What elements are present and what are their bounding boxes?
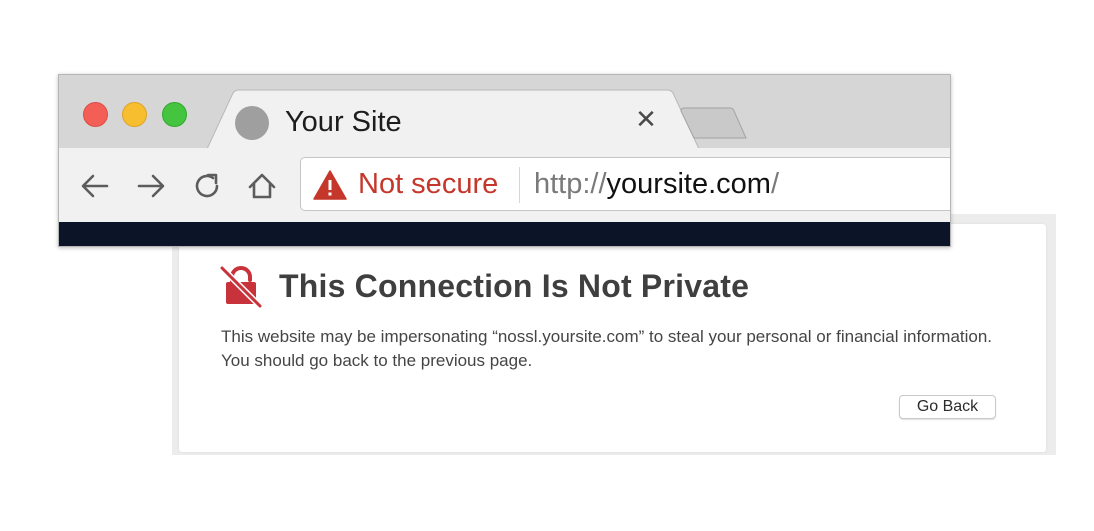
tab-strip <box>206 89 747 149</box>
go-back-button[interactable]: Go Back <box>899 395 996 419</box>
address-bar-divider <box>519 167 520 203</box>
browser-window: Your Site ✕ Not secure http://yoursite.c… <box>58 74 951 247</box>
warning-triangle-icon <box>313 170 347 200</box>
url-text[interactable]: http://yoursite.com/ <box>534 168 779 201</box>
home-icon[interactable] <box>244 168 280 204</box>
tab-active[interactable] <box>206 89 700 149</box>
forward-arrow-icon[interactable] <box>133 168 169 204</box>
page-content-strip <box>59 222 950 246</box>
url-scheme: http:// <box>534 168 607 200</box>
reload-icon[interactable] <box>189 168 225 204</box>
tab-title: Your Site <box>285 106 402 138</box>
error-message-prefix: This website may be impersonating <box>221 327 493 346</box>
back-arrow-icon[interactable] <box>77 168 113 204</box>
tab-close-icon[interactable]: ✕ <box>633 106 659 132</box>
browser-toolbar: Not secure http://yoursite.com/ <box>59 148 950 222</box>
error-panel: This Connection Is Not Private This webs… <box>179 224 1046 452</box>
error-message-domain: “nossl.yoursite.com” <box>492 327 645 346</box>
stage: This Connection Is Not Private This webs… <box>0 0 1094 531</box>
tab-favicon-icon <box>235 106 269 140</box>
security-status-label[interactable]: Not secure <box>358 168 498 201</box>
url-path: / <box>770 168 779 200</box>
address-bar[interactable]: Not secure http://yoursite.com/ <box>300 157 950 211</box>
broken-lock-icon <box>219 265 263 308</box>
url-host: yoursite.com <box>606 168 771 200</box>
error-title: This Connection Is Not Private <box>279 268 750 304</box>
error-message: This website may be impersonating “nossl… <box>221 325 1001 373</box>
